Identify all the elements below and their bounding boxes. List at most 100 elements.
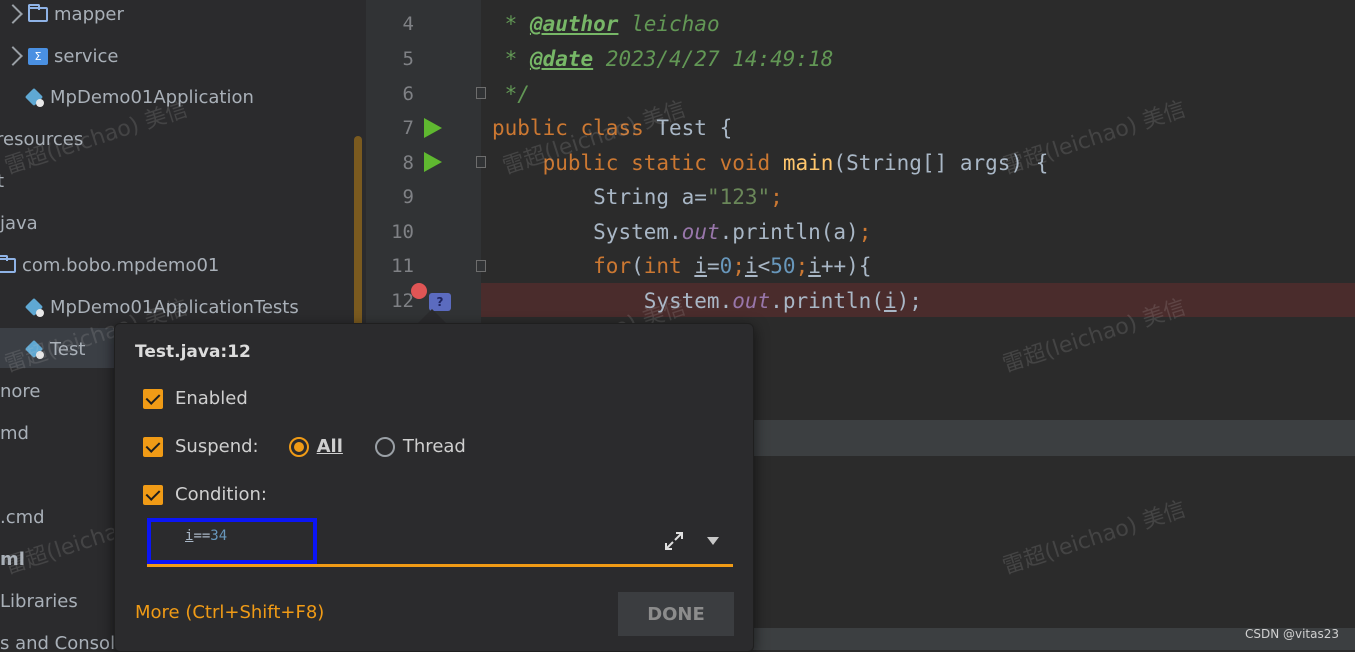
tree-item-label: md bbox=[0, 422, 29, 444]
line-number: 11 bbox=[391, 255, 414, 277]
variable: i bbox=[883, 289, 897, 313]
javadoc-tag: @date bbox=[529, 47, 594, 71]
tree-item-external-libraries[interactable]: Libraries bbox=[0, 584, 78, 618]
tree-item-label: MpDemo01ApplicationTests bbox=[50, 296, 299, 318]
suspend-thread-label[interactable]: Thread bbox=[403, 436, 466, 457]
tree-item-test-class[interactable]: Test bbox=[24, 332, 85, 366]
run-class-icon[interactable] bbox=[424, 118, 442, 138]
keyword: void bbox=[719, 151, 771, 175]
static-field: out bbox=[732, 289, 771, 313]
code-text: .println(a) bbox=[719, 220, 859, 244]
tree-item-test[interactable]: t bbox=[0, 164, 4, 198]
run-main-icon[interactable] bbox=[424, 152, 442, 172]
semicolon: ; bbox=[770, 185, 783, 209]
fold-marker-icon[interactable] bbox=[476, 260, 486, 272]
fold-marker-icon[interactable] bbox=[476, 156, 486, 168]
suspend-all-radio[interactable] bbox=[288, 436, 309, 457]
enabled-checkbox[interactable] bbox=[143, 388, 163, 409]
suspend-thread-radio[interactable] bbox=[374, 436, 395, 457]
folder-icon bbox=[0, 254, 16, 273]
line-number: 10 bbox=[391, 221, 414, 243]
suspend-label[interactable]: Suspend: bbox=[175, 436, 259, 457]
line-number: 4 bbox=[402, 13, 414, 35]
line-number: 8 bbox=[402, 152, 414, 174]
enabled-checkbox-row[interactable]: Enabled bbox=[143, 388, 248, 409]
tree-item-mvnw[interactable]: md bbox=[0, 416, 29, 450]
code-text: System. bbox=[593, 220, 682, 244]
string-literal: "123" bbox=[706, 185, 771, 209]
code-line-5: * @date 2023/4/27 14:49:18 bbox=[492, 42, 834, 76]
suspend-checkbox[interactable] bbox=[143, 436, 163, 457]
history-dropdown-icon[interactable] bbox=[707, 537, 719, 545]
tree-item-label: Libraries bbox=[0, 590, 78, 612]
method-name: main bbox=[782, 151, 834, 175]
tree-item-gitignore[interactable]: nore bbox=[0, 374, 41, 408]
tree-item-pom[interactable]: ml bbox=[0, 542, 25, 576]
javadoc-value: leichao bbox=[618, 12, 720, 36]
tree-item-label: resources bbox=[0, 128, 84, 150]
code-line-12: System.out.println(i); bbox=[492, 284, 922, 318]
variable: i bbox=[808, 254, 821, 278]
suspend-row[interactable]: Suspend: All Thread bbox=[143, 436, 466, 457]
javadoc-tag: @author bbox=[529, 12, 619, 36]
tree-item-applicationtests[interactable]: MpDemo01ApplicationTests bbox=[24, 290, 299, 324]
breakpoint-icon[interactable] bbox=[411, 283, 427, 299]
keyword: for bbox=[593, 254, 632, 278]
popup-title: Test.java:12 bbox=[135, 342, 251, 362]
tree-item-label: service bbox=[54, 45, 119, 67]
keyword: int bbox=[643, 254, 682, 278]
tree-item-label: t bbox=[0, 170, 5, 192]
keyword: static bbox=[631, 151, 707, 175]
line-number: 6 bbox=[402, 83, 414, 105]
breakpoint-popup: Test.java:12 Enabled Suspend: All Thread… bbox=[114, 323, 754, 652]
code-text: String a= bbox=[593, 185, 707, 209]
condition-checkbox[interactable] bbox=[143, 484, 163, 505]
done-button[interactable]: DONE bbox=[618, 592, 734, 636]
code-text: System. bbox=[643, 289, 733, 313]
code-line-7: public class Test { bbox=[492, 111, 732, 145]
semicolon: ; bbox=[858, 220, 872, 244]
chevron-right-icon[interactable] bbox=[3, 4, 23, 24]
tree-item-mapper[interactable]: mapper bbox=[3, 0, 124, 31]
tree-item-service[interactable]: Σ service bbox=[3, 39, 119, 73]
enabled-label[interactable]: Enabled bbox=[175, 388, 248, 409]
static-field: out bbox=[681, 220, 720, 244]
tree-item-scratches[interactable]: s and Console bbox=[0, 626, 126, 651]
code-line-10: System.out.println(a); bbox=[492, 215, 871, 249]
line-number: 9 bbox=[402, 186, 414, 208]
tree-item-java[interactable]: java bbox=[0, 206, 38, 240]
code-line-8: public static void main(String[] args) { bbox=[492, 146, 1049, 180]
line-number: 5 bbox=[402, 48, 414, 70]
tree-item-mvnw-cmd[interactable]: .cmd bbox=[0, 500, 45, 534]
fold-marker-icon[interactable] bbox=[476, 87, 486, 99]
tree-item-resources[interactable]: resources bbox=[0, 122, 83, 156]
tree-item-label: mapper bbox=[54, 3, 124, 25]
keyword: public bbox=[492, 116, 568, 140]
popup-pointer bbox=[418, 309, 446, 323]
folder-icon bbox=[28, 3, 48, 22]
line-number: 7 bbox=[402, 117, 414, 139]
javadoc-value: 2023/4/27 14:49:18 bbox=[593, 47, 834, 71]
expand-icon[interactable] bbox=[663, 530, 685, 552]
class-name: Test { bbox=[643, 116, 733, 140]
condition-row[interactable]: Condition: bbox=[143, 484, 267, 505]
code-line-9: String a="123"; bbox=[492, 180, 783, 214]
tree-item-label: java bbox=[0, 212, 38, 234]
tree-item-package[interactable]: com.bobo.mpdemo01 bbox=[0, 248, 219, 282]
tree-item-label: Test bbox=[50, 338, 86, 360]
tree-item-label: .cmd bbox=[0, 506, 45, 528]
tree-item-mpdemo01application[interactable]: MpDemo01Application bbox=[24, 80, 254, 114]
number-literal: 50 bbox=[770, 254, 796, 278]
csdn-credit: CSDN @vitas23 bbox=[1244, 627, 1339, 641]
spring-class-icon bbox=[24, 87, 44, 107]
more-link[interactable]: More (Ctrl+Shift+F8) bbox=[135, 602, 324, 623]
condition-label[interactable]: Condition: bbox=[175, 484, 267, 505]
tree-item-label: MpDemo01Application bbox=[50, 86, 254, 108]
variable: i bbox=[744, 254, 758, 278]
keyword: class bbox=[580, 116, 644, 140]
suspend-all-label[interactable]: All bbox=[317, 436, 343, 457]
chevron-right-icon[interactable] bbox=[3, 46, 23, 66]
doc-star: * bbox=[492, 47, 530, 71]
class-icon bbox=[24, 339, 44, 359]
doc-end: */ bbox=[492, 82, 530, 106]
